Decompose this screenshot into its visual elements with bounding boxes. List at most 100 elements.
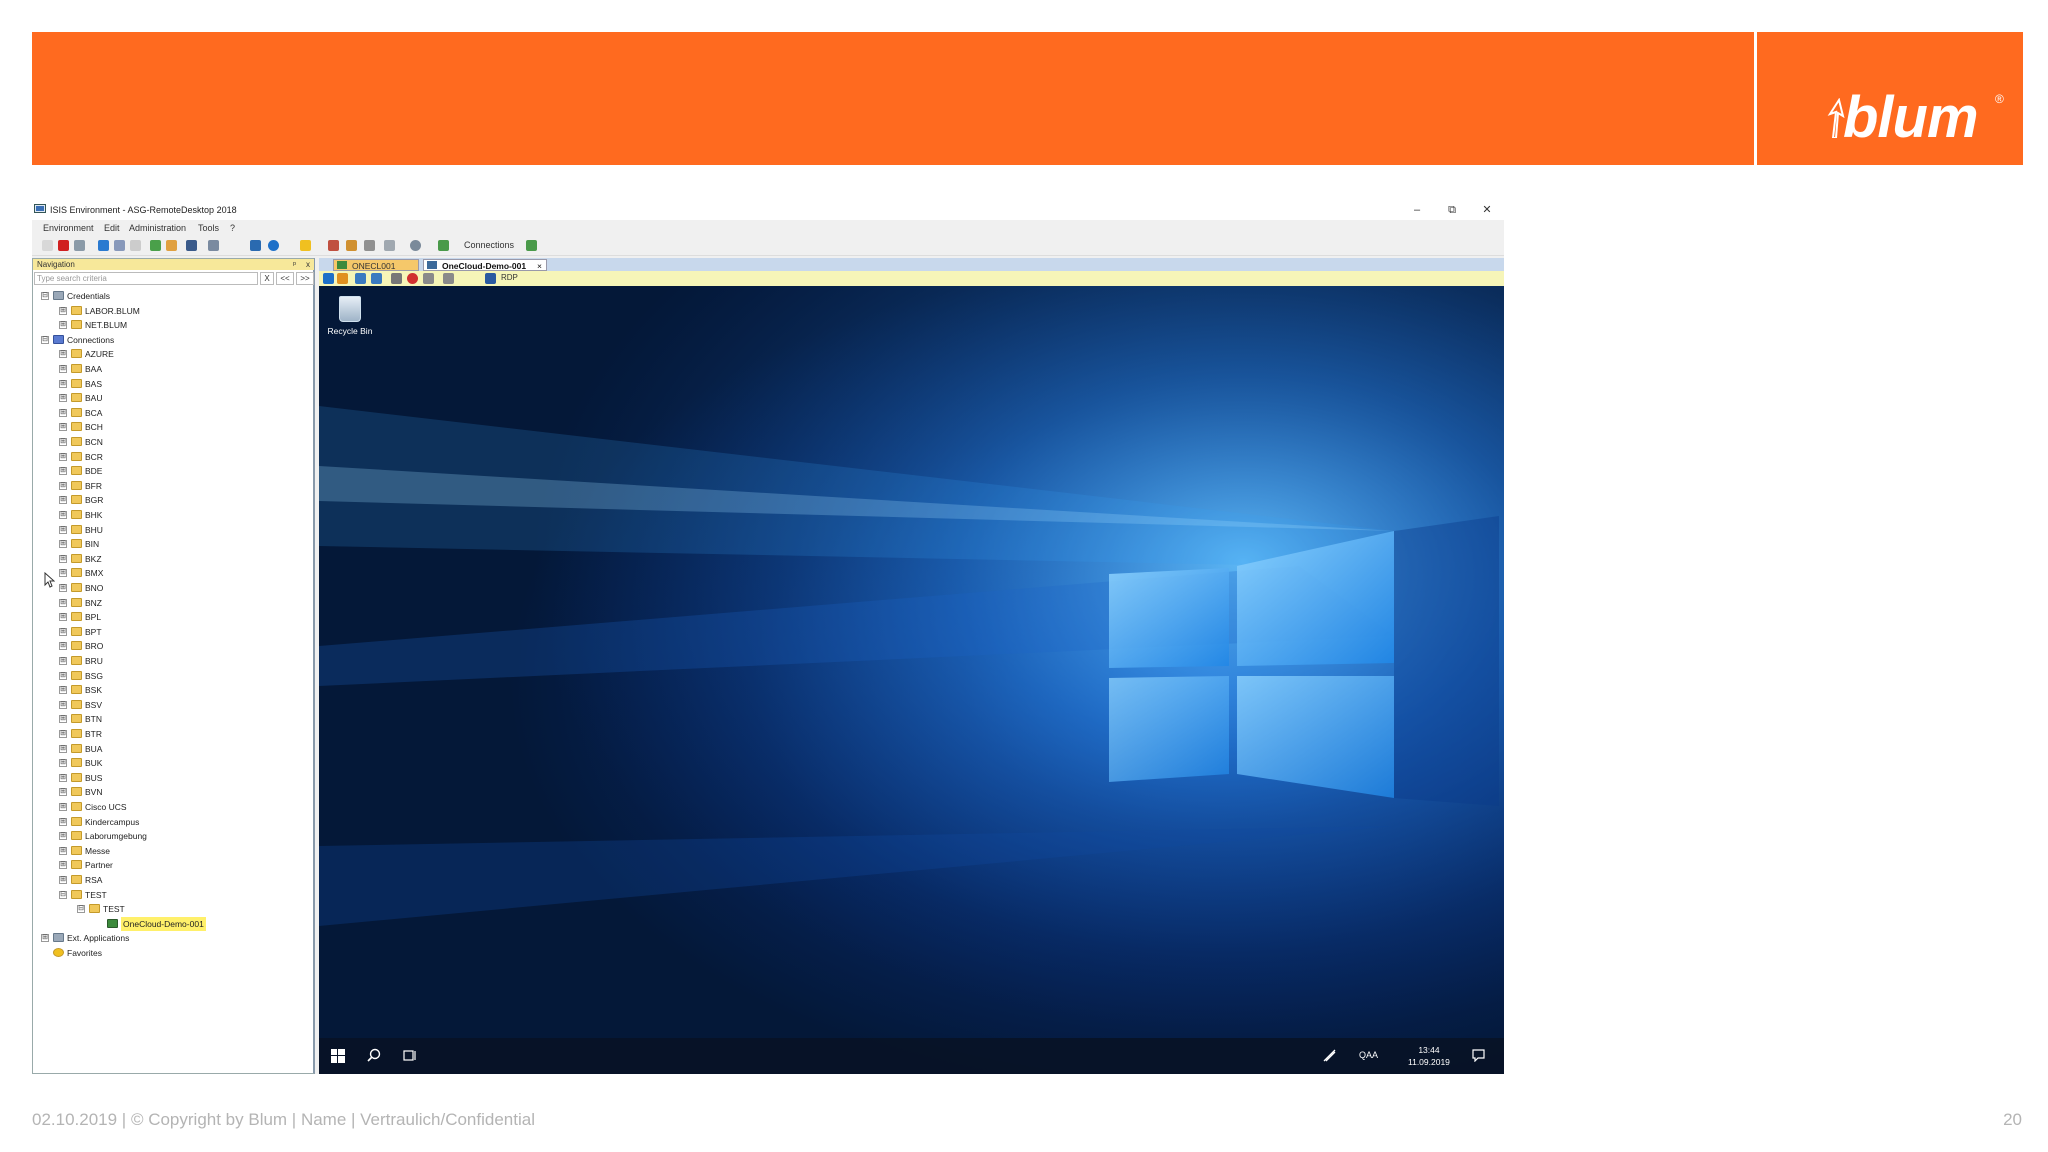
windows-start-icon[interactable] [331, 1049, 345, 1063]
expand-toggle-icon[interactable]: ⊞ [59, 481, 67, 490]
search-next-button[interactable]: >> [296, 272, 314, 285]
tab-onecloud-demo-001[interactable]: OneCloud-Demo-001 × [423, 259, 547, 271]
slide-footer: 02.10.2019 | © Copyright by Blum | Name … [32, 1110, 535, 1129]
tab-label: ONECL001 [352, 261, 396, 271]
expand-toggle-icon[interactable]: ⊞ [59, 715, 67, 724]
refresh-connections-icon[interactable] [526, 240, 537, 251]
edit-icon[interactable] [74, 240, 85, 251]
expand-toggle-icon[interactable]: ⊟ [59, 890, 67, 899]
remote-desktop-view[interactable]: Recycle Bin QAA 13:44 11.09.2019 [319, 286, 1504, 1074]
favorite-star-icon[interactable] [300, 240, 311, 251]
expand-toggle-icon[interactable]: ⊞ [59, 350, 67, 359]
search-icon[interactable] [367, 1048, 381, 1062]
add-icon[interactable] [98, 240, 109, 251]
recycle-bin[interactable]: Recycle Bin [325, 296, 375, 336]
expand-toggle-icon[interactable]: ⊞ [59, 832, 67, 841]
expand-toggle-icon[interactable]: ⊞ [59, 598, 67, 607]
expand-toggle-icon[interactable]: ⊞ [59, 627, 67, 636]
export-icon[interactable] [166, 240, 177, 251]
wrench-icon[interactable] [384, 240, 395, 251]
expand-toggle-icon[interactable]: ⊞ [59, 306, 67, 315]
tool-icon[interactable] [328, 240, 339, 251]
expand-toggle-icon[interactable]: ⊞ [59, 438, 67, 446]
expand-toggle-icon[interactable]: ⊞ [59, 686, 67, 695]
search-input[interactable]: Type search criteria [34, 272, 258, 285]
record-icon[interactable] [407, 273, 418, 284]
expand-toggle-icon[interactable]: ⊞ [59, 467, 67, 476]
delete-icon[interactable] [58, 240, 69, 251]
close-button[interactable]: ✕ [1476, 202, 1498, 218]
connect-icon[interactable] [186, 240, 197, 251]
notifications-icon[interactable] [1472, 1049, 1485, 1062]
expand-toggle-icon[interactable]: ⊞ [59, 496, 67, 505]
tab-onecl001[interactable]: ONECL001 [333, 259, 419, 271]
expand-toggle-icon[interactable]: ⊞ [59, 642, 67, 651]
expand-toggle-icon[interactable]: ⊞ [59, 511, 67, 519]
network-icon[interactable] [1323, 1049, 1336, 1062]
key-icon[interactable] [346, 240, 357, 251]
expand-toggle-icon[interactable]: ⊞ [59, 452, 67, 461]
help-icon[interactable] [410, 240, 421, 251]
expand-toggle-icon[interactable]: ⊞ [59, 744, 67, 753]
menu-edit[interactable]: Edit [104, 223, 120, 233]
expand-toggle-icon[interactable]: ⊞ [59, 773, 67, 782]
applications-icon [53, 933, 64, 943]
expand-toggle-icon[interactable]: ⊞ [59, 861, 67, 870]
expand-toggle-icon[interactable]: ⊞ [59, 525, 67, 534]
expand-toggle-icon[interactable]: ⊞ [59, 817, 67, 826]
system-clock[interactable]: 13:44 11.09.2019 [1408, 1044, 1450, 1068]
restore-button[interactable]: ⧉ [1441, 202, 1463, 218]
expand-toggle-icon[interactable]: ⊞ [59, 408, 67, 417]
minimize-button[interactable]: – [1406, 202, 1428, 218]
expand-toggle-icon[interactable]: ⊞ [41, 934, 49, 943]
expand-toggle-icon[interactable]: ⊞ [59, 671, 67, 680]
expand-toggle-icon[interactable]: ⊞ [59, 876, 67, 884]
expand-toggle-icon[interactable]: ⊞ [59, 554, 67, 563]
expand-toggle-icon[interactable]: ⊞ [59, 730, 67, 738]
disconnect-icon[interactable] [323, 273, 334, 284]
fit-window-icon[interactable] [371, 273, 382, 284]
expand-toggle-icon[interactable]: ⊞ [59, 846, 67, 855]
expand-toggle-icon[interactable]: ⊞ [59, 379, 67, 388]
menu-administration[interactable]: Administration [129, 223, 186, 233]
expand-toggle-icon[interactable]: ⊞ [59, 803, 67, 811]
copy-icon[interactable] [114, 240, 125, 251]
expand-toggle-icon[interactable]: ⊞ [59, 321, 67, 330]
fullscreen-icon[interactable] [355, 273, 366, 284]
expand-toggle-icon[interactable]: ⊞ [59, 569, 67, 578]
new-icon[interactable] [42, 240, 53, 251]
task-view-icon[interactable] [403, 1048, 417, 1062]
expand-toggle-icon[interactable]: ⊞ [59, 423, 67, 432]
expand-toggle-icon[interactable]: ⊞ [59, 394, 67, 403]
expand-toggle-icon[interactable]: ⊞ [59, 788, 67, 797]
search-previous-button[interactable]: << [276, 272, 294, 285]
expand-toggle-icon[interactable]: ⊞ [59, 365, 67, 373]
menu-environment[interactable]: Environment [43, 223, 94, 233]
expand-toggle-icon[interactable]: ⊞ [59, 584, 67, 592]
globe-icon[interactable] [268, 240, 279, 251]
menu-tools[interactable]: Tools [198, 223, 219, 233]
expand-toggle-icon[interactable]: ⊟ [77, 905, 85, 914]
expand-toggle-icon[interactable]: ⊞ [59, 657, 67, 665]
expand-toggle-icon[interactable]: ⊟ [41, 335, 49, 344]
import-icon[interactable] [150, 240, 161, 251]
connections-dropdown[interactable]: Connections [464, 240, 514, 250]
expand-toggle-icon[interactable]: ⊞ [59, 540, 67, 549]
pin-icon[interactable]: ᵖ [293, 259, 296, 270]
settings-icon[interactable] [208, 240, 219, 251]
expand-toggle-icon[interactable]: ⊞ [59, 700, 67, 709]
paste-icon[interactable] [130, 240, 141, 251]
expand-toggle-icon[interactable]: ⊞ [59, 759, 67, 768]
monitor-icon[interactable] [250, 240, 261, 251]
link-icon[interactable] [364, 240, 375, 251]
reconnect-icon[interactable] [337, 273, 348, 284]
expand-toggle-icon[interactable]: ⊞ [59, 613, 67, 622]
close-panel-icon[interactable]: x [306, 259, 310, 270]
keys-icon[interactable] [423, 273, 434, 284]
expand-toggle-icon[interactable]: ⊟ [41, 292, 49, 300]
clear-search-button[interactable]: X [260, 272, 274, 285]
clipboard-icon[interactable] [443, 273, 454, 284]
menu-help[interactable]: ? [230, 223, 235, 233]
screenshot-icon[interactable] [391, 273, 402, 284]
input-language[interactable]: QAA [1359, 1050, 1378, 1060]
